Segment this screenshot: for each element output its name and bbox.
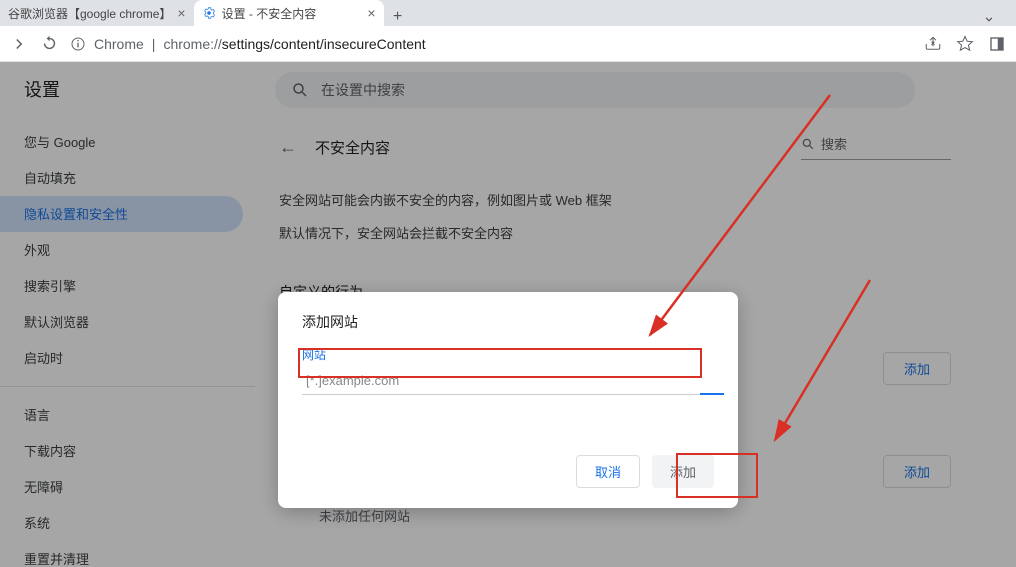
close-icon[interactable]: × bbox=[177, 5, 185, 21]
gear-icon bbox=[202, 6, 216, 20]
browser-tab-2[interactable]: 设置 - 不安全内容 × bbox=[194, 0, 384, 26]
dialog-title: 添加网站 bbox=[302, 312, 714, 332]
reload-button[interactable] bbox=[40, 35, 58, 53]
url-prefix: Chrome bbox=[94, 36, 144, 52]
share-icon[interactable] bbox=[924, 35, 942, 53]
close-icon[interactable]: × bbox=[367, 5, 375, 21]
site-url-input[interactable] bbox=[302, 367, 714, 394]
star-icon[interactable] bbox=[956, 35, 974, 53]
cancel-button[interactable]: 取消 bbox=[576, 455, 640, 488]
new-tab-button[interactable]: + bbox=[384, 8, 412, 26]
dialog-field-label: 网站 bbox=[302, 346, 714, 363]
url-host: chrome:// bbox=[163, 36, 221, 52]
browser-tab-bar: 谷歌浏览器【google chrome】 × 设置 - 不安全内容 × + bbox=[0, 0, 1016, 26]
tab-title: 设置 - 不安全内容 bbox=[222, 5, 317, 22]
browser-tab-1[interactable]: 谷歌浏览器【google chrome】 × bbox=[0, 0, 194, 26]
tab-chevron-icon[interactable] bbox=[962, 12, 1016, 26]
url-field[interactable]: Chrome | chrome://settings/content/insec… bbox=[70, 36, 912, 52]
address-bar: Chrome | chrome://settings/content/insec… bbox=[0, 26, 1016, 62]
forward-button[interactable] bbox=[10, 35, 28, 53]
confirm-add-button[interactable]: 添加 bbox=[652, 455, 714, 488]
tab-title: 谷歌浏览器【google chrome】 bbox=[8, 5, 171, 22]
add-site-dialog: 添加网站 网站 取消 添加 bbox=[278, 292, 738, 508]
info-icon bbox=[70, 36, 86, 52]
url-path: settings/content/insecureContent bbox=[222, 36, 426, 52]
panel-icon[interactable] bbox=[988, 35, 1006, 53]
url-divider: | bbox=[152, 36, 156, 52]
